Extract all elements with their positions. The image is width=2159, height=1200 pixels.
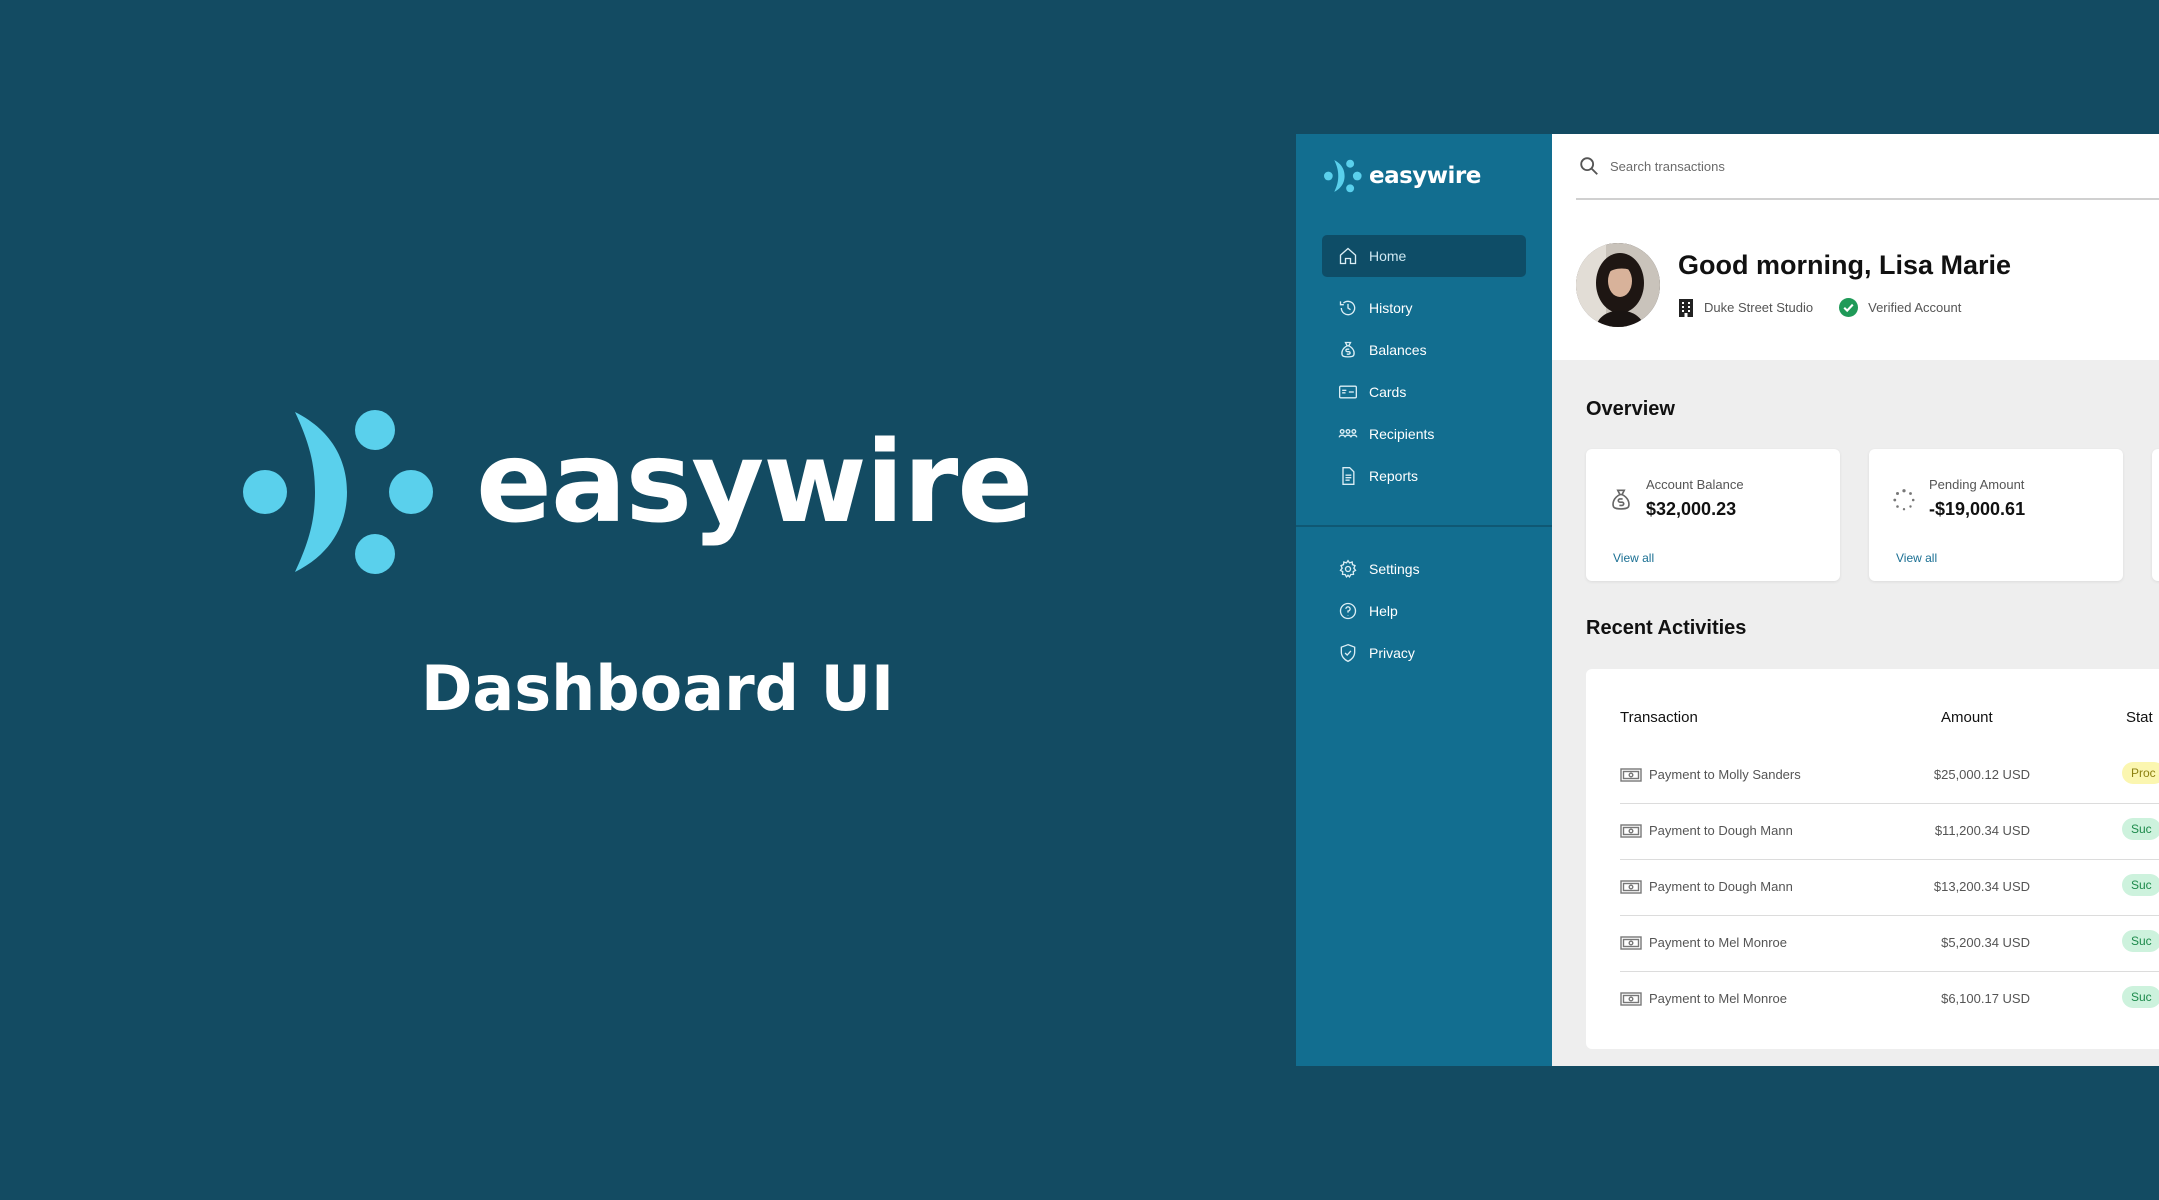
sidebar-item-privacy[interactable]: Privacy [1322,632,1526,674]
table-row[interactable]: Payment to Molly Sanders $25,000.12 USD … [1620,747,2159,804]
transaction-name: Payment to Dough Mann [1649,879,1793,894]
transaction-amount: $13,200.34 USD [1933,879,2030,894]
pending-amount-card: Pending Amount -$19,000.61 View all [1869,449,2123,581]
sidebar-item-label: Privacy [1369,645,1415,661]
search-bar [1576,134,2159,200]
table-row[interactable]: Payment to Mel Monroe $6,100.17 USD Suc [1620,971,2159,1027]
cash-icon [1620,936,1642,950]
easywire-logo-icon [243,410,433,574]
card-label: Pending Amount [1929,477,2025,492]
card-label: Account Balance [1646,477,1744,492]
view-all-link[interactable]: View all [1896,551,1937,565]
transaction-name: Payment to Dough Mann [1649,823,1793,838]
sidebar-item-settings[interactable]: Settings [1322,548,1526,590]
account-balance-card: Account Balance $32,000.23 View all [1586,449,1840,581]
company-name: Duke Street Studio [1704,300,1814,315]
status-badge: Suc [2122,986,2159,1008]
table-row[interactable]: Payment to Mel Monroe $5,200.34 USD Suc [1620,915,2159,972]
money-bag-icon [1337,339,1359,361]
status-badge: Suc [2122,930,2159,952]
status-badge: Suc [2122,818,2159,840]
sidebar-item-history[interactable]: History [1322,287,1526,329]
hero-subtitle: Dashboard UI [420,652,895,725]
hero-logo: easywire [243,402,1033,582]
cash-icon [1620,768,1642,782]
column-header-transaction[interactable]: Transaction [1620,709,1698,726]
building-icon [1679,298,1693,317]
history-icon [1337,297,1359,319]
activities-table: Transaction Amount Stat Payment to Molly… [1586,669,2159,1049]
column-header-status[interactable]: Stat [2126,709,2153,726]
status-badge: Proc [2122,762,2159,784]
gear-icon [1337,558,1359,580]
cash-icon [1620,992,1642,1006]
sidebar-item-label: History [1369,300,1413,316]
shield-icon [1337,642,1359,664]
sidebar-item-label: Recipients [1369,426,1435,442]
profile-meta: Duke Street Studio Verified Account [1678,298,1987,317]
transaction-name: Payment to Mel Monroe [1649,991,1788,1006]
transaction-amount: $5,200.34 USD [1941,935,2030,950]
credit-card-icon [1337,381,1359,403]
transaction-amount: $6,100.17 USD [1941,991,2030,1006]
money-bag-icon [1612,489,1630,510]
loading-icon [1893,489,1915,511]
sidebar-item-help[interactable]: Help [1322,590,1526,632]
sidebar-item-cards[interactable]: Cards [1322,371,1526,413]
greeting-title: Good morning, Lisa Marie [1678,250,2012,280]
status-text: Verified Account [1868,300,1962,315]
sidebar-item-recipients[interactable]: Recipients [1322,413,1526,455]
search-icon [1580,157,1598,175]
profile-photo [1576,243,1660,327]
overview-card-partial [2152,449,2159,581]
column-header-amount[interactable]: Amount [1941,709,1993,726]
sidebar-item-home[interactable]: Home [1322,235,1526,277]
cash-icon [1620,824,1642,838]
sidebar-item-reports[interactable]: Reports [1322,455,1526,497]
table-row[interactable]: Payment to Dough Mann $13,200.34 USD Suc [1620,859,2159,916]
overview-title: Overview [1586,398,1675,420]
secondary-nav: Settings Help Privacy [1322,548,1526,674]
question-icon [1337,600,1359,622]
sidebar-divider [1296,525,1552,527]
transaction-name: Payment to Molly Sanders [1649,767,1801,782]
document-icon [1337,465,1359,487]
sidebar-item-label: Settings [1369,561,1420,577]
sidebar-item-label: Home [1369,248,1407,264]
transaction-amount: $11,200.34 USD [1934,823,2030,838]
transaction-amount: $25,000.12 USD [1933,767,2030,782]
verification-status: Verified Account [1839,298,1961,317]
sidebar-item-label: Balances [1369,342,1427,358]
easywire-logo-icon [1324,159,1362,193]
hero-wordmark: easywire [476,418,1033,548]
card-value: -$19,000.61 [1929,499,2026,519]
sidebar-item-label: Cards [1369,384,1407,400]
sidebar-brand[interactable]: easywire [1324,156,1481,196]
header: Good morning, Lisa Marie Duke Street Stu… [1552,134,2159,360]
check-circle-icon [1839,298,1859,317]
home-icon [1337,245,1359,267]
card-value: $32,000.23 [1646,499,1737,519]
brand-name: easywire [1369,163,1481,189]
search-input[interactable] [1608,157,2012,175]
avatar[interactable] [1576,243,1660,327]
dashboard-app: easywire Home History Balances Cards Rec… [1296,134,2159,1066]
main-content: Good morning, Lisa Marie Duke Street Stu… [1552,134,2159,1066]
primary-nav: Home History Balances Cards Recipients R… [1322,235,1526,497]
users-icon [1337,423,1359,445]
table-row[interactable]: Payment to Dough Mann $11,200.34 USD Suc [1620,803,2159,860]
company-info: Duke Street Studio [1678,298,1814,317]
sidebar-item-label: Help [1369,603,1398,619]
view-all-link[interactable]: View all [1613,551,1654,565]
transaction-name: Payment to Mel Monroe [1649,935,1788,950]
sidebar-item-balances[interactable]: Balances [1322,329,1526,371]
recent-activities-title: Recent Activities [1586,617,1747,639]
sidebar-item-label: Reports [1369,468,1419,484]
cash-icon [1620,880,1642,894]
sidebar: easywire Home History Balances Cards Rec… [1296,134,1552,1066]
status-badge: Suc [2122,874,2159,896]
